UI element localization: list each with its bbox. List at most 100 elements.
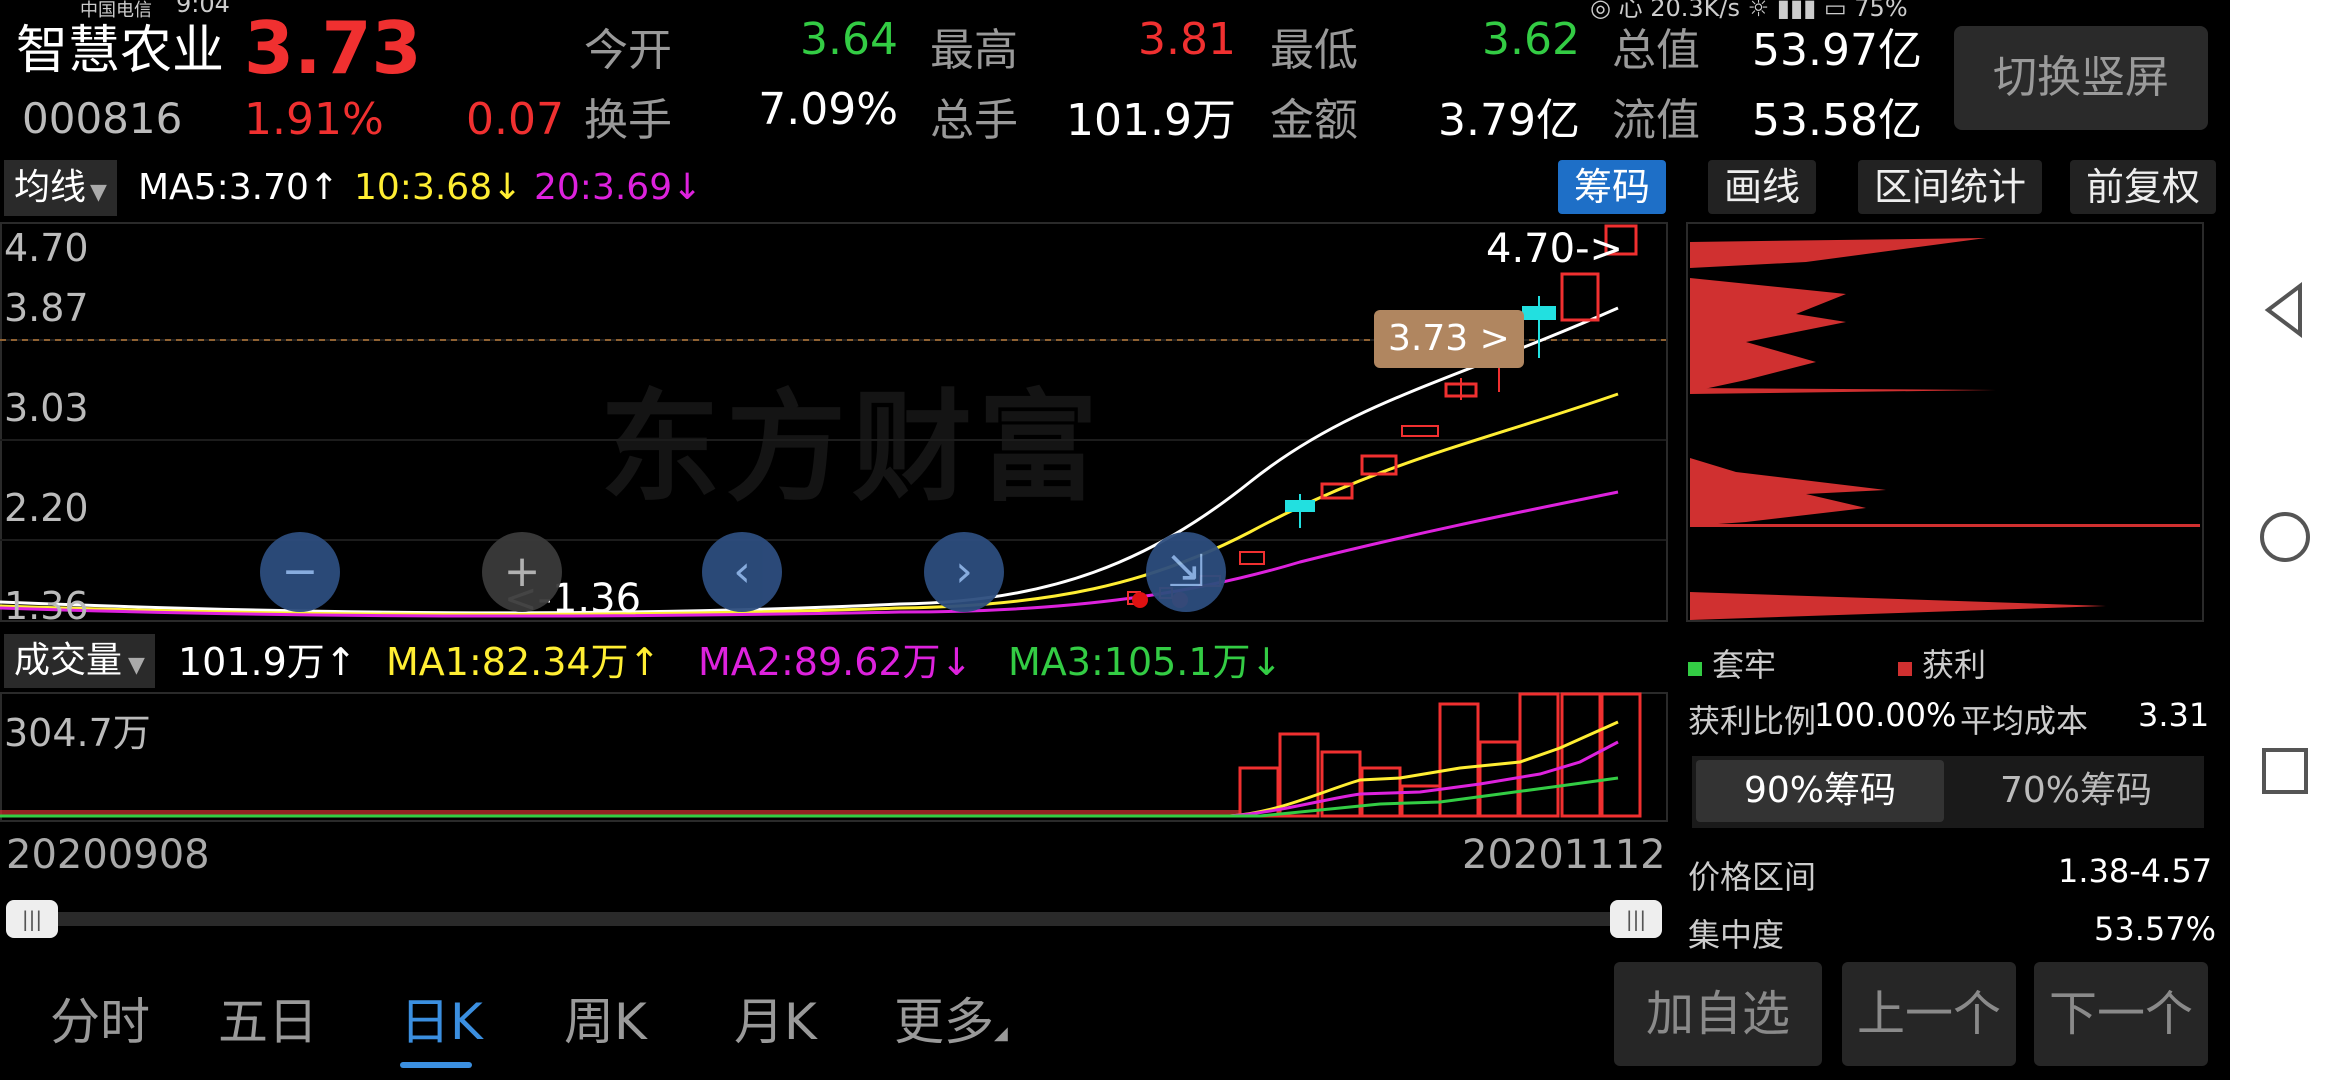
avg-cost-value: 3.31 (2138, 696, 2210, 734)
quote-value: 3.79亿 (1438, 95, 1580, 146)
legend-trapped-swatch (1688, 662, 1702, 676)
chip-base (1690, 592, 2106, 620)
stock-name: 智慧农业 (16, 21, 225, 81)
quote-label: 今开 (584, 25, 672, 76)
legend-profit-swatch (1898, 662, 1912, 676)
quote-label: 总值 (1612, 25, 1700, 76)
volume-indicator-select[interactable]: 成交量 ▼ (4, 634, 155, 688)
indicator-select[interactable]: 均线 ▼ (4, 160, 117, 216)
chip-border (1686, 222, 2204, 622)
switch-portrait-button[interactable]: 切换竖屏 (1954, 26, 2208, 130)
active-tab-indicator (400, 1062, 472, 1068)
chip-peak (1690, 458, 1886, 526)
change-percent: 1.91% (244, 94, 384, 145)
tab-weekly-k[interactable]: 周K (564, 982, 647, 1054)
chart-border (0, 222, 1668, 622)
volume-select-label: 成交量 (14, 640, 123, 681)
price-range-value: 1.38-4.57 (2058, 852, 2213, 890)
next-stock-button[interactable]: 下一个 (2034, 962, 2208, 1066)
chip-peak (1690, 388, 1996, 394)
ma10-line (0, 392, 1619, 617)
volume-ma1: MA1:82.34万↑ (386, 640, 661, 684)
range-slider-right-handle[interactable]: ||| (1610, 900, 1662, 938)
volume-bar (1600, 692, 1642, 818)
price-axis-label: 2.20 (4, 486, 89, 530)
quote-value: 3.62 (1482, 14, 1580, 65)
scroll-left-button[interactable]: ‹ (702, 532, 782, 612)
volume-ma2: MA2:89.62万↓ (698, 640, 973, 684)
end-date: 20201112 (1462, 832, 1666, 878)
reset-zoom-button[interactable]: ⇲ (1146, 532, 1226, 612)
tab-chip-70[interactable]: 70%筹码 (1952, 760, 2200, 822)
system-nav-bar (2230, 0, 2340, 1080)
volume-chart[interactable] (0, 692, 1670, 822)
tab-more[interactable]: 更多◢ (894, 982, 1008, 1054)
legend-trapped: 套牢 (1688, 640, 1776, 686)
price-axis-label: 4.70 (4, 226, 89, 270)
ma20-line (0, 490, 1619, 618)
quote-value: 101.9万 (1066, 95, 1236, 146)
candle-up (1239, 551, 1265, 565)
high-price-marker: 4.70-> (1486, 226, 1624, 272)
quote-value: 7.09% (758, 84, 898, 135)
zoom-in-button[interactable]: + (482, 532, 562, 612)
tab-chip-90[interactable]: 90%筹码 (1696, 760, 1944, 822)
chip-distribution-chart (1686, 222, 2204, 622)
chevron-down-icon: ▼ (90, 180, 107, 205)
range-slider-left-handle[interactable]: ||| (6, 900, 58, 938)
ma10-value: 10:3.68↓ (354, 167, 523, 208)
concentration-label: 集中度 (1688, 916, 1785, 954)
zoom-out-button[interactable]: − (260, 532, 340, 612)
concentration-value: 53.57% (2094, 910, 2217, 948)
current-price-tag[interactable]: 3.73 > (1374, 310, 1524, 368)
add-watchlist-button[interactable]: 加自选 (1614, 962, 1822, 1066)
ma5-value: MA5:3.70↑ (138, 167, 340, 208)
legend-profit: 获利 (1898, 640, 1986, 686)
scroll-right-button[interactable]: › (924, 532, 1004, 612)
recents-square-icon[interactable] (2260, 746, 2310, 796)
start-date: 20200908 (6, 832, 210, 878)
previous-stock-button[interactable]: 上一个 (1842, 962, 2016, 1066)
volume-value: 101.9万↑ (178, 640, 357, 684)
home-circle-shape (2260, 512, 2310, 562)
range-slider-track[interactable] (6, 912, 1660, 926)
quote-label: 金额 (1270, 95, 1358, 146)
quote-label: 总手 (930, 95, 1018, 146)
home-circle-icon[interactable] (2258, 510, 2312, 564)
tab-five-day[interactable]: 五日 (218, 982, 318, 1054)
stock-code: 000816 (22, 94, 183, 143)
quote-label: 流值 (1612, 95, 1700, 146)
candle-up (1360, 454, 1398, 476)
kline-chart[interactable] (0, 222, 1670, 622)
tab-more-label: 更多 (894, 993, 994, 1051)
forward-adjust-button[interactable]: 前复权 (2070, 160, 2217, 214)
chip-distribution-button[interactable]: 筹码 (1558, 160, 1667, 214)
tab-daily-k[interactable]: 日K (400, 982, 483, 1054)
tab-intraday[interactable]: 分时 (50, 982, 150, 1054)
back-triangle-icon[interactable] (2260, 282, 2308, 338)
profit-ratio-value: 100.00% (1814, 696, 1957, 734)
indicator-select-label: 均线 (14, 167, 87, 208)
ma20-value: 20:3.69↓ (534, 167, 703, 208)
candle-up (1560, 272, 1600, 322)
legend-profit-label: 获利 (1922, 646, 1987, 684)
quote-value: 3.81 (1138, 14, 1236, 65)
price-axis-label: 3.87 (4, 286, 89, 330)
draw-line-button[interactable]: 画线 (1708, 160, 1817, 214)
legend-trapped-label: 套牢 (1712, 646, 1777, 684)
candle-up (1401, 425, 1439, 437)
price-axis-label: 1.36 (4, 584, 89, 628)
chevron-down-icon: ▼ (128, 653, 145, 678)
tab-monthly-k[interactable]: 月K (734, 982, 817, 1054)
signal-dot (1132, 592, 1148, 608)
corner-arrow-icon: ◢ (994, 1023, 1008, 1044)
price-range-label: 价格区间 (1688, 858, 1817, 896)
recents-square-shape (2262, 748, 2308, 794)
quote-label: 换手 (584, 95, 672, 146)
back-triangle-shape (2264, 282, 2302, 338)
chip-peak (1690, 238, 1986, 268)
chip-line (1690, 524, 2200, 527)
price-axis-label: 3.03 (4, 386, 89, 430)
range-stats-button[interactable]: 区间统计 (1858, 160, 2043, 214)
profit-ratio-label: 获利比例 (1688, 702, 1817, 740)
